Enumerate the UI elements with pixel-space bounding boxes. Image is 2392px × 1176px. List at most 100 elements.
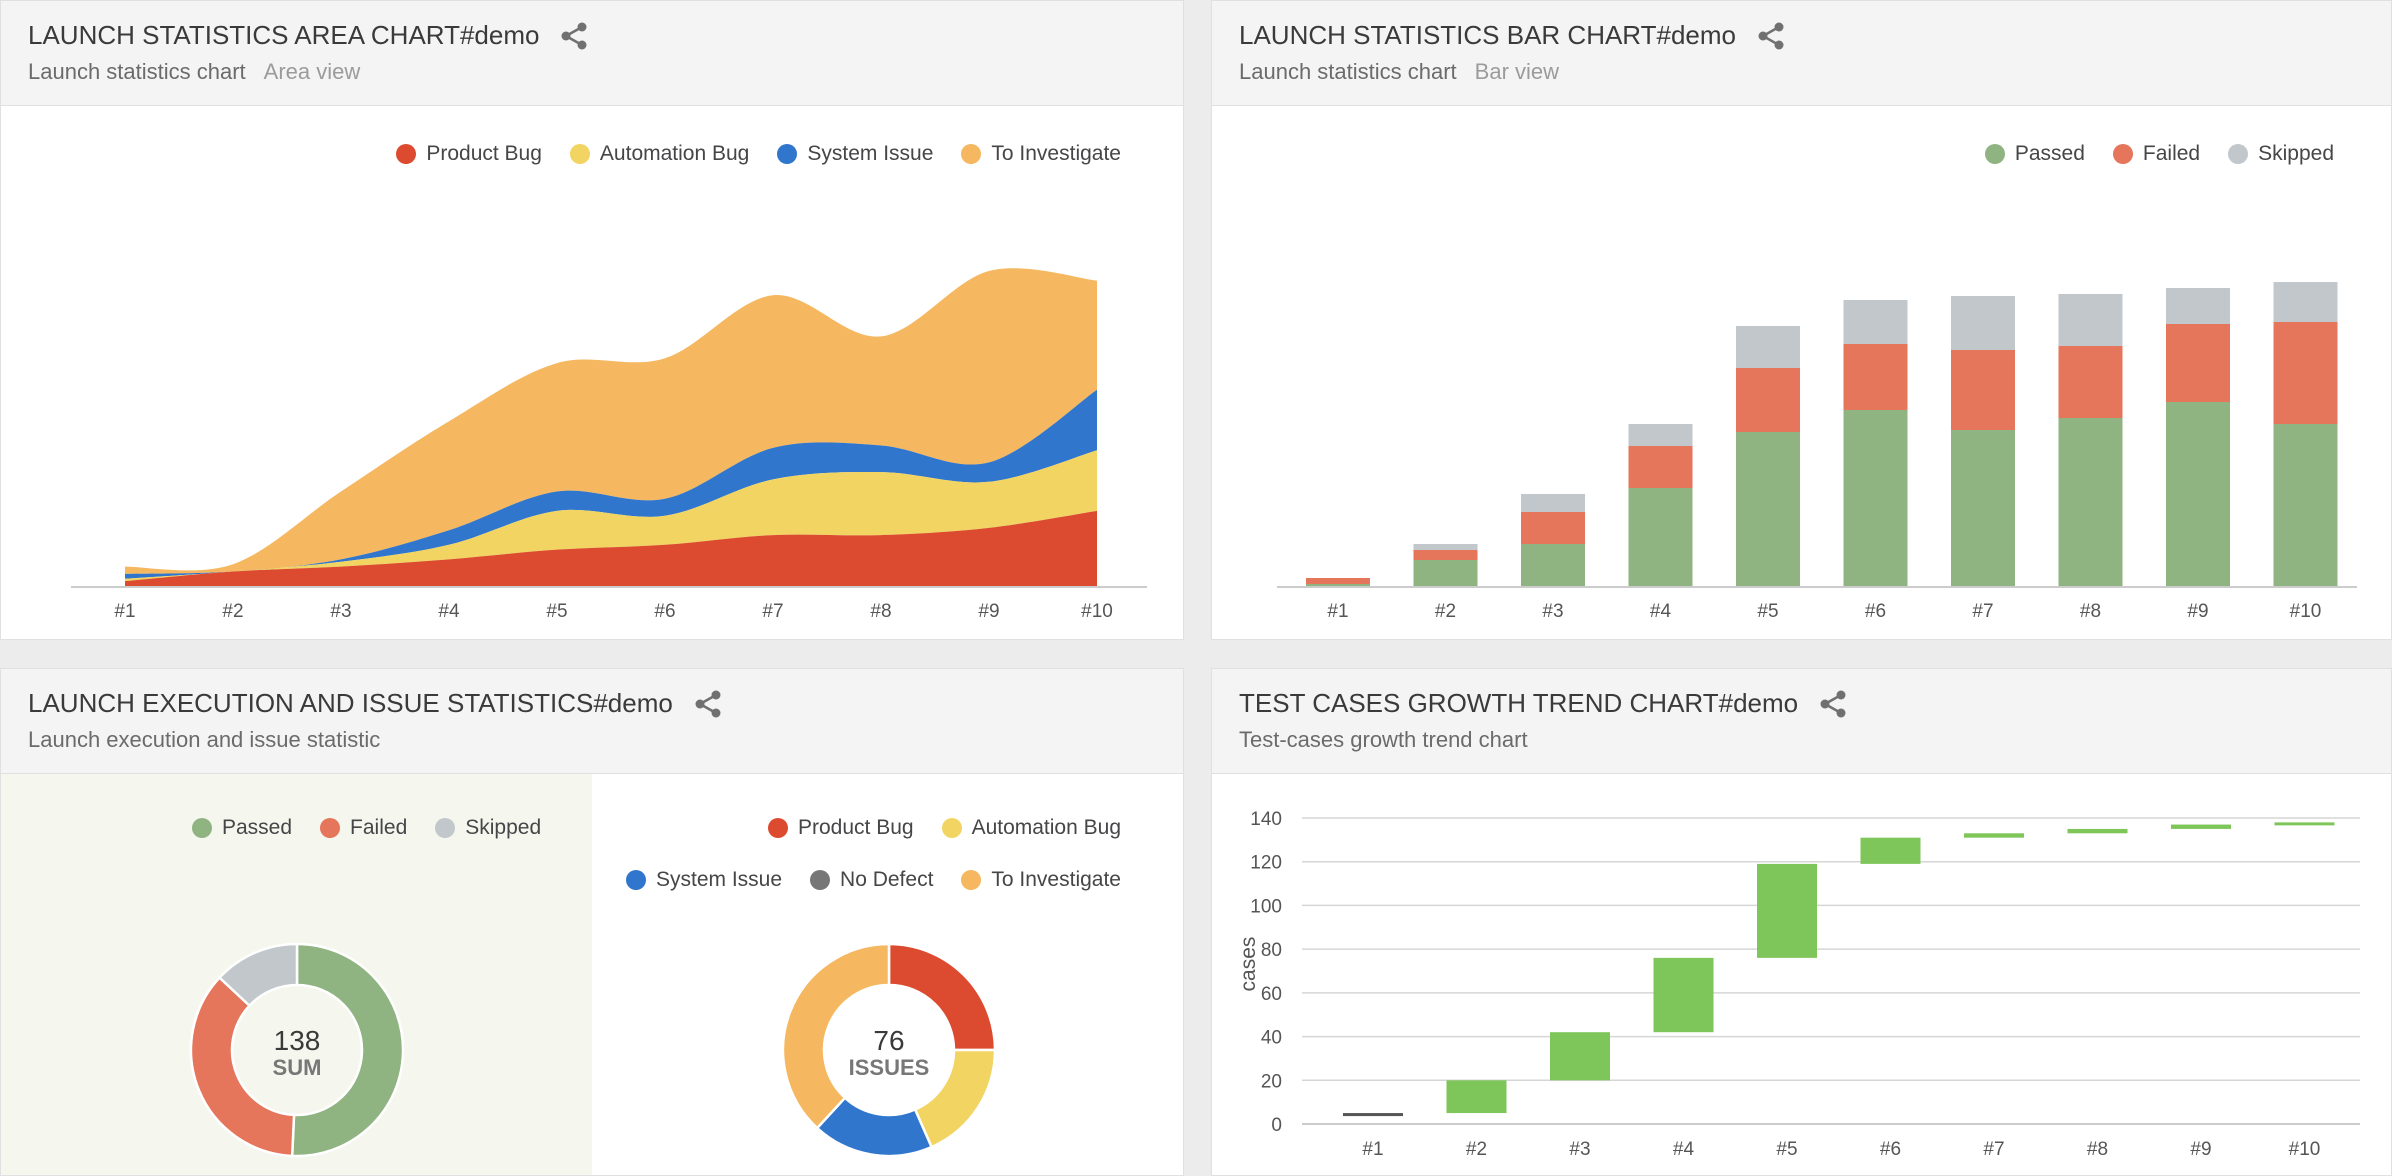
bar-passed <box>2058 418 2123 586</box>
x-tick-label: #2 <box>1435 601 1456 622</box>
legend-item-failed[interactable]: Failed <box>2112 142 2200 166</box>
legend-item-to-investigate[interactable]: To Investigate <box>961 142 1121 166</box>
area-series-system-issue <box>125 389 1097 579</box>
legend-item-passed[interactable]: Passed <box>192 816 292 840</box>
waterfall-bar <box>1653 957 1714 1033</box>
legend-item-skipped[interactable]: Skipped <box>2228 142 2334 166</box>
y-tick-label: 100 <box>1250 896 1282 917</box>
legend-item-failed[interactable]: Failed <box>320 816 407 840</box>
widget-header: LAUNCH EXECUTION AND ISSUE STATISTICS#de… <box>1 669 1183 774</box>
donut-slice-automation-bug <box>913 1048 997 1149</box>
waterfall-bar <box>1964 833 2024 838</box>
waterfall-bar <box>1550 1032 1610 1081</box>
issues-label: ISSUES <box>849 1055 930 1080</box>
execution-legend: Passed Failed Skipped <box>164 816 541 840</box>
widget-header: LAUNCH STATISTICS AREA CHART#demo Launch… <box>1 1 1183 106</box>
bar-passed <box>1736 432 1800 586</box>
x-tick-label: #10 <box>2289 1139 2321 1160</box>
x-tick-label: #8 <box>870 601 891 622</box>
legend-item-skipped[interactable]: Skipped <box>435 816 541 840</box>
x-tick-label: #6 <box>654 601 675 622</box>
execution-issue-widget: LAUNCH EXECUTION AND ISSUE STATISTICS#de… <box>0 668 1184 1176</box>
bar-failed <box>1951 350 2015 430</box>
x-tick-label: #2 <box>1466 1139 1487 1160</box>
legend-dot <box>777 144 798 164</box>
area-series-to-investigate <box>125 268 1097 574</box>
x-tick-label: #4 <box>438 601 460 622</box>
legend-item-system-issue[interactable]: System Issue <box>777 142 933 166</box>
legend-item-product-bug[interactable]: Product Bug <box>396 142 542 166</box>
x-tick-label: #1 <box>1327 601 1348 622</box>
y-tick-label: 140 <box>1250 809 1282 830</box>
x-tick-label: #10 <box>1081 601 1113 622</box>
x-tick-label: #9 <box>978 601 999 622</box>
bar-failed <box>2058 346 2123 418</box>
issue-legend-row1: Product Bug Automation Bug <box>740 816 1121 840</box>
bar-passed <box>1843 410 1908 586</box>
widget-view-type: Area view <box>263 59 361 84</box>
x-tick-label: #5 <box>546 601 567 622</box>
bar-failed <box>2166 324 2230 402</box>
x-tick-label: #6 <box>1880 1139 1901 1160</box>
bar-failed <box>1521 512 1585 544</box>
donut-slice-system-issue <box>815 1096 934 1158</box>
legend-item-to-investigate[interactable]: To Investigate <box>961 868 1121 892</box>
widget-title: TEST CASES GROWTH TREND CHART#demo <box>1239 688 1799 718</box>
bar-failed <box>2273 322 2338 424</box>
donut-slice-to-investigate <box>781 942 891 1130</box>
widget-subtitle: Launch statistics chart <box>28 59 246 84</box>
bar-skipped <box>1628 424 1693 446</box>
waterfall-bar <box>2067 828 2128 834</box>
y-tick-label: 60 <box>1261 984 1282 1005</box>
widget-subtitle: Test-cases growth trend chart <box>1239 727 1528 752</box>
y-tick-label: 40 <box>1261 1028 1282 1049</box>
bar-skipped <box>1951 296 2015 350</box>
widget-title: LAUNCH STATISTICS BAR CHART#demo <box>1239 20 1736 50</box>
legend-dot <box>435 818 456 838</box>
share-icon[interactable] <box>1756 21 1786 51</box>
legend-item-automation-bug[interactable]: Automation Bug <box>569 142 749 166</box>
x-tick-label: #7 <box>762 601 783 622</box>
bar-passed <box>2273 424 2338 586</box>
x-tick-label: #10 <box>2290 601 2322 622</box>
legend-dot <box>1984 144 2005 164</box>
legend-item-no-defect[interactable]: No Defect <box>810 868 933 892</box>
legend-dot <box>2112 144 2133 164</box>
legend-dot <box>941 818 962 838</box>
legend-dot <box>569 144 590 164</box>
bar-passed <box>1628 488 1693 586</box>
legend-dot <box>625 870 646 890</box>
widget-title: LAUNCH EXECUTION AND ISSUE STATISTICS#de… <box>28 688 673 718</box>
x-tick-label: #3 <box>330 601 351 622</box>
widget-view-type: Bar view <box>1474 59 1560 84</box>
area-series-automation-bug <box>125 450 1097 582</box>
legend-item-system-issue[interactable]: System Issue <box>625 868 782 892</box>
x-tick-label: #4 <box>1650 601 1672 622</box>
legend-dot <box>396 144 417 164</box>
waterfall-bar <box>1860 837 1921 864</box>
donut-slice-product-bug <box>887 942 997 1052</box>
share-icon[interactable] <box>559 21 589 51</box>
bar-failed <box>1628 446 1693 488</box>
bar-passed <box>1413 560 1478 586</box>
issues-value: 76 <box>873 1025 904 1056</box>
x-tick-label: #5 <box>1776 1139 1797 1160</box>
y-tick-label: 20 <box>1261 1071 1282 1092</box>
widget-title: LAUNCH STATISTICS AREA CHART#demo <box>28 20 540 50</box>
legend-item-passed[interactable]: Passed <box>1984 142 2085 166</box>
widget-subtitle: Launch statistics chart <box>1239 59 1457 84</box>
share-icon[interactable] <box>1818 689 1848 719</box>
bar-passed <box>2166 402 2230 586</box>
legend-item-product-bug[interactable]: Product Bug <box>767 816 914 840</box>
issue-legend-row2: System Issue No Defect To Investigate <box>598 868 1121 892</box>
y-tick-label: 80 <box>1261 940 1282 961</box>
y-tick-label: 0 <box>1271 1115 1282 1136</box>
x-tick-label: #2 <box>222 601 243 622</box>
x-tick-label: #8 <box>2087 1139 2108 1160</box>
bar-skipped <box>2166 288 2230 324</box>
legend-dot <box>2228 144 2249 164</box>
waterfall-bar <box>1757 863 1817 958</box>
bar-skipped <box>2273 282 2338 322</box>
share-icon[interactable] <box>693 689 723 719</box>
legend-item-automation-bug[interactable]: Automation Bug <box>941 816 1121 840</box>
